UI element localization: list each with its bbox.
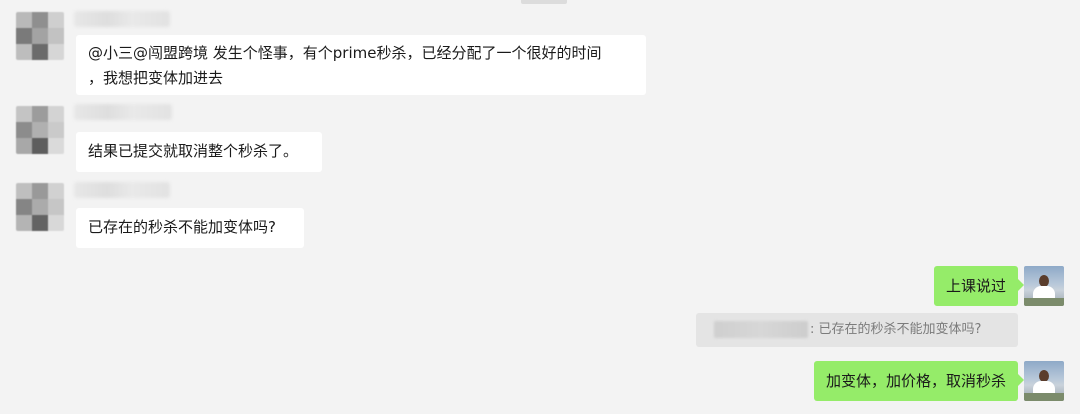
sender-name bbox=[74, 11, 170, 27]
quoted-sender-name bbox=[714, 321, 808, 338]
quoted-text: : 已存在的秒杀不能加变体吗? bbox=[810, 322, 982, 337]
message-bubble[interactable]: 加变体，加价格，取消秒杀 bbox=[813, 361, 1025, 401]
message-bubble[interactable]: 已存在的秒杀不能加变体吗? bbox=[76, 208, 304, 248]
quoted-message[interactable]: : 已存在的秒杀不能加变体吗? bbox=[696, 313, 1018, 347]
sender-name bbox=[74, 104, 172, 120]
message-bubble[interactable]: 上课说过 bbox=[933, 266, 1025, 306]
message-bubble[interactable]: 结果已提交就取消整个秒杀了。 bbox=[76, 132, 322, 172]
sender-name bbox=[74, 182, 170, 198]
user-avatar-icon[interactable] bbox=[1024, 266, 1064, 306]
avatar-ground bbox=[1024, 298, 1064, 306]
sender-avatar-icon[interactable] bbox=[16, 183, 64, 231]
user-avatar-icon[interactable] bbox=[1024, 361, 1064, 401]
sender-avatar-icon[interactable] bbox=[16, 12, 64, 60]
top-divider bbox=[521, 0, 567, 4]
chat-window: @小三@闯盟跨境 发生个怪事，有个prime秒杀，已经分配了一个很好的时间 ，我… bbox=[0, 0, 1080, 414]
avatar-ground bbox=[1024, 393, 1064, 401]
sender-avatar-icon[interactable] bbox=[16, 106, 64, 154]
message-bubble[interactable]: @小三@闯盟跨境 发生个怪事，有个prime秒杀，已经分配了一个很好的时间 ，我… bbox=[76, 35, 646, 95]
